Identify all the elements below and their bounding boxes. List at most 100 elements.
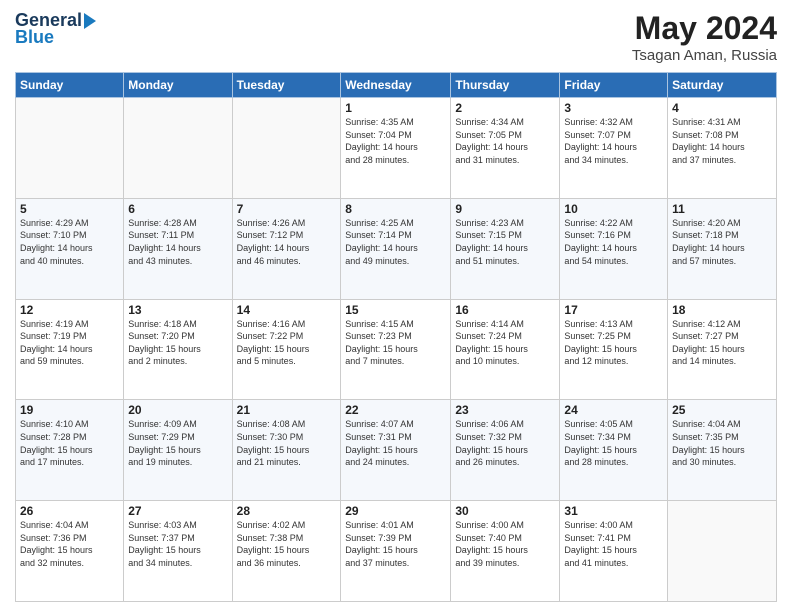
logo: General Blue <box>15 10 96 48</box>
day-info: Sunrise: 4:06 AMSunset: 7:32 PMDaylight:… <box>455 418 555 468</box>
col-saturday: Saturday <box>668 73 777 98</box>
table-row: 25Sunrise: 4:04 AMSunset: 7:35 PMDayligh… <box>668 400 777 501</box>
table-row: 11Sunrise: 4:20 AMSunset: 7:18 PMDayligh… <box>668 198 777 299</box>
table-row: 31Sunrise: 4:00 AMSunset: 7:41 PMDayligh… <box>560 501 668 602</box>
title-area: May 2024 Tsagan Aman, Russia <box>632 10 777 64</box>
location: Tsagan Aman, Russia <box>632 47 777 64</box>
day-number: 4 <box>672 101 772 115</box>
day-number: 25 <box>672 403 772 417</box>
day-number: 16 <box>455 303 555 317</box>
table-row: 21Sunrise: 4:08 AMSunset: 7:30 PMDayligh… <box>232 400 341 501</box>
day-number: 18 <box>672 303 772 317</box>
col-wednesday: Wednesday <box>341 73 451 98</box>
col-thursday: Thursday <box>451 73 560 98</box>
day-number: 5 <box>20 202 119 216</box>
day-number: 29 <box>345 504 446 518</box>
day-info: Sunrise: 4:04 AMSunset: 7:35 PMDaylight:… <box>672 418 772 468</box>
day-info: Sunrise: 4:19 AMSunset: 7:19 PMDaylight:… <box>20 318 119 368</box>
table-row: 19Sunrise: 4:10 AMSunset: 7:28 PMDayligh… <box>16 400 124 501</box>
day-info: Sunrise: 4:16 AMSunset: 7:22 PMDaylight:… <box>237 318 337 368</box>
day-info: Sunrise: 4:09 AMSunset: 7:29 PMDaylight:… <box>128 418 227 468</box>
table-row <box>668 501 777 602</box>
week-row-4: 19Sunrise: 4:10 AMSunset: 7:28 PMDayligh… <box>16 400 777 501</box>
day-number: 10 <box>564 202 663 216</box>
week-row-3: 12Sunrise: 4:19 AMSunset: 7:19 PMDayligh… <box>16 299 777 400</box>
table-row: 20Sunrise: 4:09 AMSunset: 7:29 PMDayligh… <box>124 400 232 501</box>
table-row: 18Sunrise: 4:12 AMSunset: 7:27 PMDayligh… <box>668 299 777 400</box>
table-row: 30Sunrise: 4:00 AMSunset: 7:40 PMDayligh… <box>451 501 560 602</box>
day-info: Sunrise: 4:18 AMSunset: 7:20 PMDaylight:… <box>128 318 227 368</box>
table-row: 29Sunrise: 4:01 AMSunset: 7:39 PMDayligh… <box>341 501 451 602</box>
day-number: 19 <box>20 403 119 417</box>
calendar-table: Sunday Monday Tuesday Wednesday Thursday… <box>15 72 777 602</box>
day-number: 31 <box>564 504 663 518</box>
header: General Blue May 2024 Tsagan Aman, Russi… <box>15 10 777 64</box>
day-number: 8 <box>345 202 446 216</box>
logo-arrow-icon <box>84 13 96 29</box>
day-number: 21 <box>237 403 337 417</box>
day-number: 14 <box>237 303 337 317</box>
table-row: 16Sunrise: 4:14 AMSunset: 7:24 PMDayligh… <box>451 299 560 400</box>
table-row: 7Sunrise: 4:26 AMSunset: 7:12 PMDaylight… <box>232 198 341 299</box>
table-row: 13Sunrise: 4:18 AMSunset: 7:20 PMDayligh… <box>124 299 232 400</box>
table-row: 6Sunrise: 4:28 AMSunset: 7:11 PMDaylight… <box>124 198 232 299</box>
table-row <box>124 98 232 199</box>
day-info: Sunrise: 4:00 AMSunset: 7:41 PMDaylight:… <box>564 519 663 569</box>
week-row-1: 1Sunrise: 4:35 AMSunset: 7:04 PMDaylight… <box>16 98 777 199</box>
day-info: Sunrise: 4:07 AMSunset: 7:31 PMDaylight:… <box>345 418 446 468</box>
table-row: 8Sunrise: 4:25 AMSunset: 7:14 PMDaylight… <box>341 198 451 299</box>
day-number: 6 <box>128 202 227 216</box>
month-year: May 2024 <box>632 10 777 47</box>
day-number: 13 <box>128 303 227 317</box>
day-number: 9 <box>455 202 555 216</box>
day-number: 26 <box>20 504 119 518</box>
col-tuesday: Tuesday <box>232 73 341 98</box>
day-number: 24 <box>564 403 663 417</box>
table-row: 28Sunrise: 4:02 AMSunset: 7:38 PMDayligh… <box>232 501 341 602</box>
day-info: Sunrise: 4:31 AMSunset: 7:08 PMDaylight:… <box>672 116 772 166</box>
day-number: 30 <box>455 504 555 518</box>
table-row <box>16 98 124 199</box>
table-row: 12Sunrise: 4:19 AMSunset: 7:19 PMDayligh… <box>16 299 124 400</box>
day-info: Sunrise: 4:32 AMSunset: 7:07 PMDaylight:… <box>564 116 663 166</box>
day-number: 27 <box>128 504 227 518</box>
day-info: Sunrise: 4:25 AMSunset: 7:14 PMDaylight:… <box>345 217 446 267</box>
table-row: 17Sunrise: 4:13 AMSunset: 7:25 PMDayligh… <box>560 299 668 400</box>
table-row: 1Sunrise: 4:35 AMSunset: 7:04 PMDaylight… <box>341 98 451 199</box>
day-info: Sunrise: 4:34 AMSunset: 7:05 PMDaylight:… <box>455 116 555 166</box>
day-number: 1 <box>345 101 446 115</box>
day-info: Sunrise: 4:10 AMSunset: 7:28 PMDaylight:… <box>20 418 119 468</box>
table-row: 9Sunrise: 4:23 AMSunset: 7:15 PMDaylight… <box>451 198 560 299</box>
week-row-5: 26Sunrise: 4:04 AMSunset: 7:36 PMDayligh… <box>16 501 777 602</box>
day-info: Sunrise: 4:13 AMSunset: 7:25 PMDaylight:… <box>564 318 663 368</box>
day-number: 3 <box>564 101 663 115</box>
day-number: 11 <box>672 202 772 216</box>
day-info: Sunrise: 4:00 AMSunset: 7:40 PMDaylight:… <box>455 519 555 569</box>
table-row: 23Sunrise: 4:06 AMSunset: 7:32 PMDayligh… <box>451 400 560 501</box>
day-info: Sunrise: 4:01 AMSunset: 7:39 PMDaylight:… <box>345 519 446 569</box>
header-row: Sunday Monday Tuesday Wednesday Thursday… <box>16 73 777 98</box>
day-info: Sunrise: 4:28 AMSunset: 7:11 PMDaylight:… <box>128 217 227 267</box>
day-info: Sunrise: 4:15 AMSunset: 7:23 PMDaylight:… <box>345 318 446 368</box>
calendar: Sunday Monday Tuesday Wednesday Thursday… <box>15 72 777 602</box>
day-number: 20 <box>128 403 227 417</box>
table-row: 4Sunrise: 4:31 AMSunset: 7:08 PMDaylight… <box>668 98 777 199</box>
day-info: Sunrise: 4:23 AMSunset: 7:15 PMDaylight:… <box>455 217 555 267</box>
day-number: 12 <box>20 303 119 317</box>
table-row: 14Sunrise: 4:16 AMSunset: 7:22 PMDayligh… <box>232 299 341 400</box>
day-info: Sunrise: 4:35 AMSunset: 7:04 PMDaylight:… <box>345 116 446 166</box>
day-info: Sunrise: 4:12 AMSunset: 7:27 PMDaylight:… <box>672 318 772 368</box>
day-number: 23 <box>455 403 555 417</box>
table-row: 5Sunrise: 4:29 AMSunset: 7:10 PMDaylight… <box>16 198 124 299</box>
day-info: Sunrise: 4:26 AMSunset: 7:12 PMDaylight:… <box>237 217 337 267</box>
day-info: Sunrise: 4:04 AMSunset: 7:36 PMDaylight:… <box>20 519 119 569</box>
table-row: 2Sunrise: 4:34 AMSunset: 7:05 PMDaylight… <box>451 98 560 199</box>
table-row: 3Sunrise: 4:32 AMSunset: 7:07 PMDaylight… <box>560 98 668 199</box>
table-row: 26Sunrise: 4:04 AMSunset: 7:36 PMDayligh… <box>16 501 124 602</box>
table-row: 27Sunrise: 4:03 AMSunset: 7:37 PMDayligh… <box>124 501 232 602</box>
day-info: Sunrise: 4:02 AMSunset: 7:38 PMDaylight:… <box>237 519 337 569</box>
table-row <box>232 98 341 199</box>
day-number: 2 <box>455 101 555 115</box>
page: General Blue May 2024 Tsagan Aman, Russi… <box>0 0 792 612</box>
day-number: 7 <box>237 202 337 216</box>
